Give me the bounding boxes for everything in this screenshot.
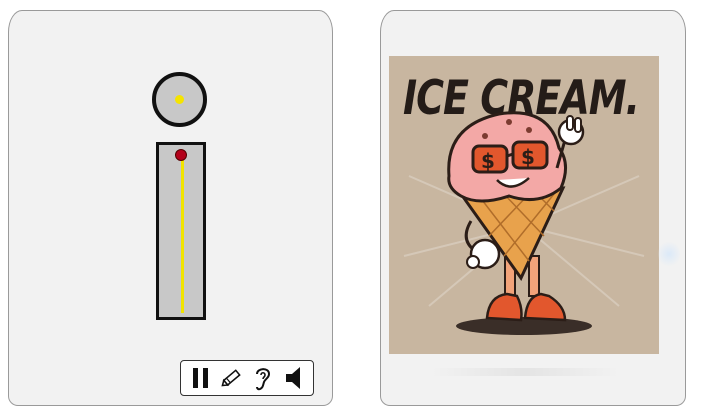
pause-button[interactable] — [188, 364, 214, 392]
edge-highlight — [658, 240, 680, 268]
info-icon-bar — [156, 142, 206, 320]
ice-cream-image: ICE CREAM. $ $ — [389, 56, 659, 354]
slider-track — [181, 153, 184, 313]
pause-icon — [192, 368, 208, 388]
ice-cream-character-illustration: $ $ — [403, 111, 645, 335]
edit-button[interactable] — [219, 364, 245, 392]
speaker-icon — [285, 367, 300, 389]
pencil-icon — [220, 369, 241, 387]
svg-text:$: $ — [521, 145, 535, 169]
slider-knob[interactable] — [175, 149, 187, 161]
audio-button[interactable] — [281, 364, 307, 392]
toolbar — [180, 360, 314, 396]
info-icon-dot — [152, 72, 207, 127]
listen-button[interactable] — [250, 364, 276, 392]
ear-icon — [255, 368, 270, 391]
info-dot-center — [175, 95, 184, 104]
svg-text:$: $ — [481, 149, 495, 173]
image-caption-placeholder — [430, 368, 620, 376]
